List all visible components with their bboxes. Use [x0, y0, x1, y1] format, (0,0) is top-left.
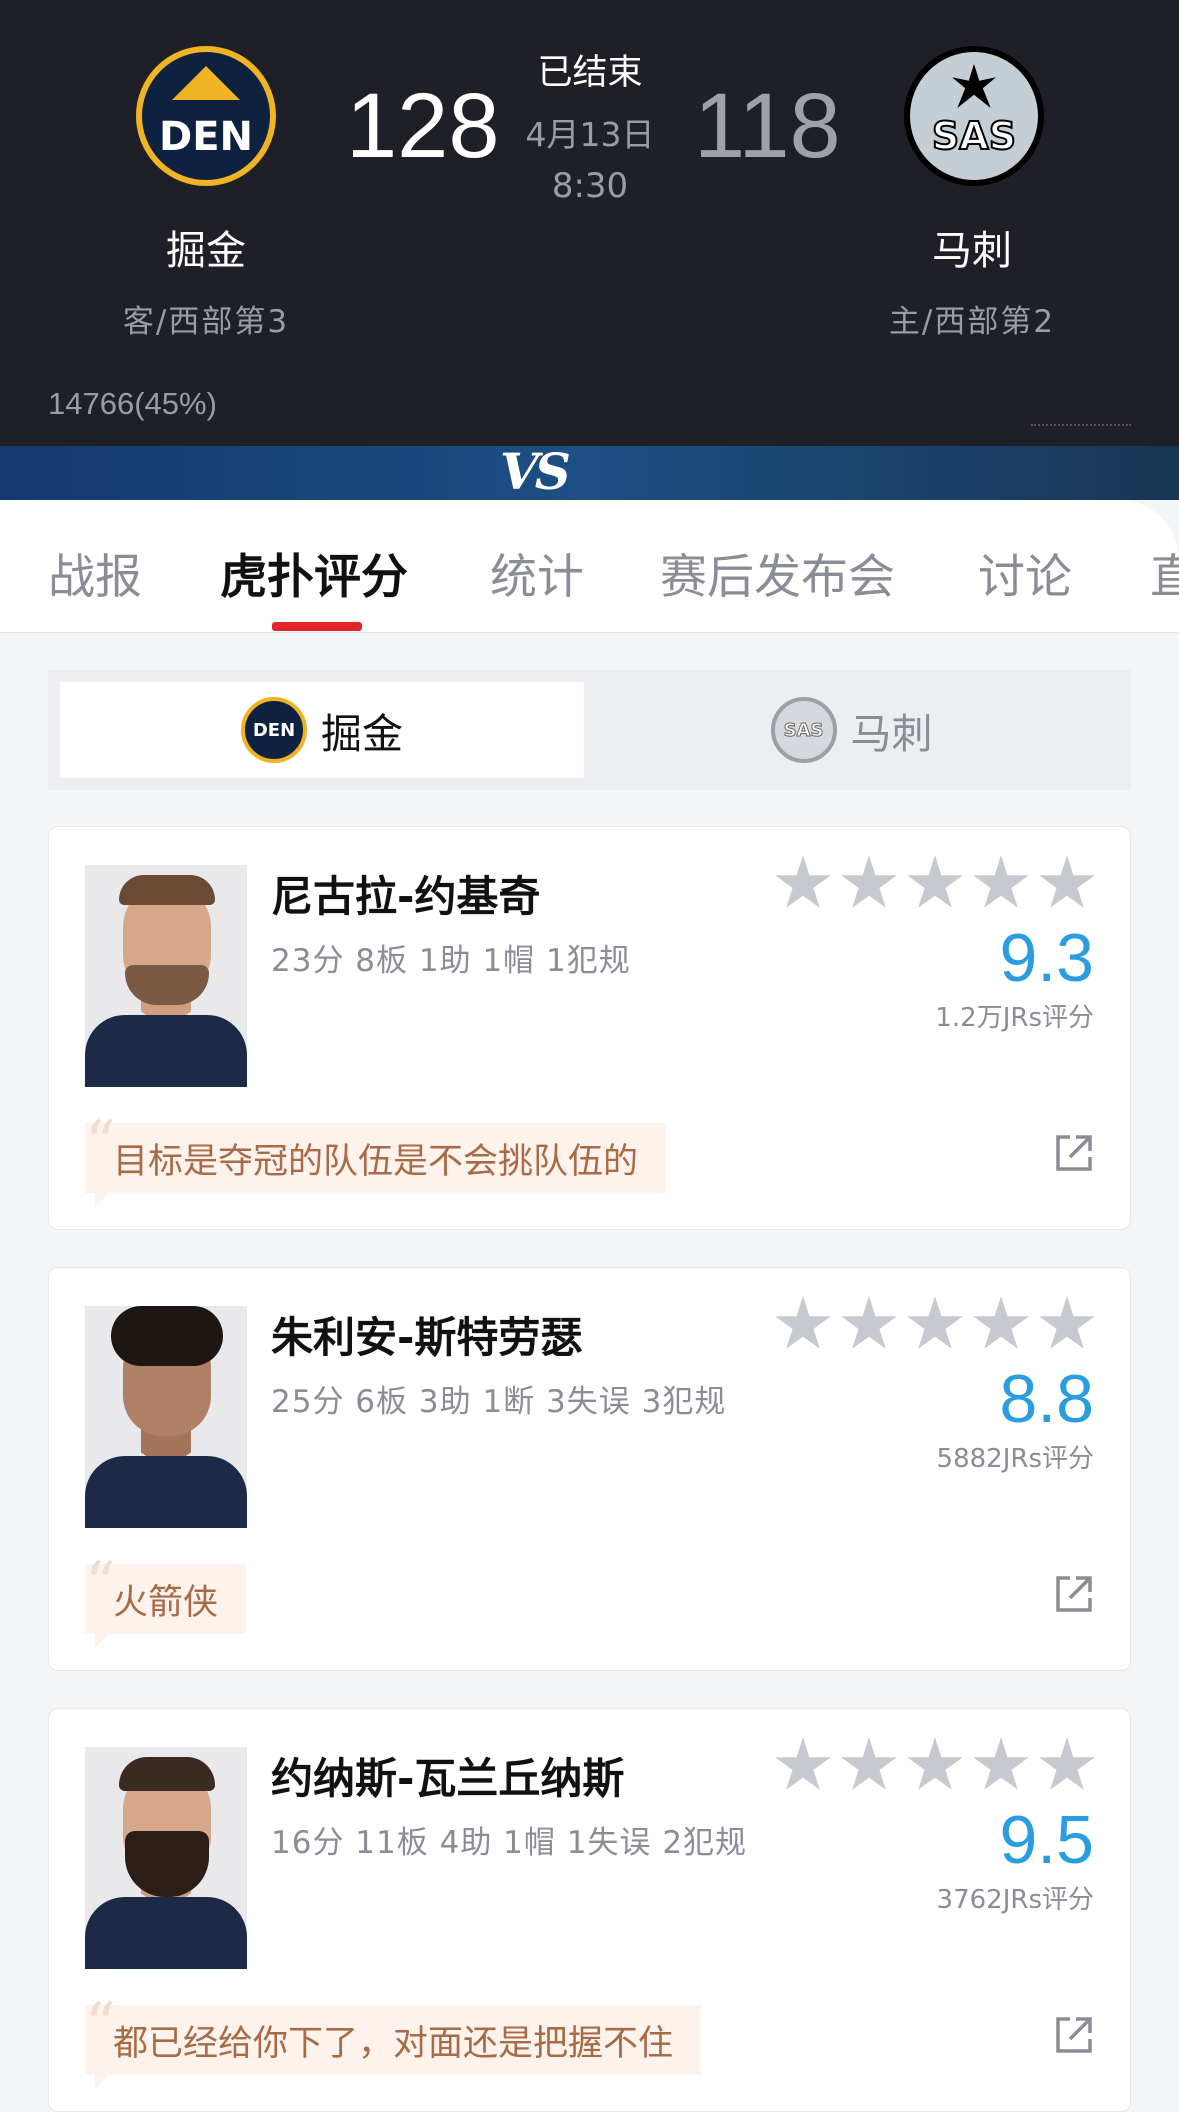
top-comment[interactable]: “ 都已经给你下了，对面还是把握不住	[85, 1995, 702, 2089]
star-rating[interactable]	[766, 1296, 1096, 1354]
home-team-standing: 客/西部第3	[122, 304, 290, 340]
game-status: 已结束	[537, 53, 643, 93]
rating-count: 1.2万JRs评分	[935, 1003, 1094, 1033]
player-rating: 8.8	[999, 1361, 1094, 1437]
star-icon	[841, 1737, 897, 1790]
star-icon	[775, 1737, 831, 1790]
quote-icon: “	[85, 1108, 116, 1178]
star-icon	[775, 855, 831, 908]
star-icon	[907, 1296, 963, 1349]
star-icon	[973, 1737, 1029, 1790]
star-icon	[973, 855, 1029, 908]
tab-discussion[interactable]: 讨论	[978, 538, 1072, 607]
support-count-right	[1031, 408, 1131, 426]
home-team-name: 掘金	[166, 228, 246, 274]
team-switch-home[interactable]: DEN 掘金	[60, 682, 584, 778]
vs-text: VS	[500, 442, 571, 501]
game-date: 4月13日	[525, 115, 655, 154]
nuggets-logo[interactable]: DEN	[136, 46, 276, 186]
player-stats: 16分 11板 4助 1帽 1失误 2犯规	[271, 1825, 748, 1861]
top-comment-text: 目标是夺冠的队伍是不会挑队伍的	[113, 1141, 639, 1182]
player-name: 约纳斯-瓦兰丘纳斯	[271, 1754, 625, 1803]
quote-icon: “	[85, 1549, 116, 1619]
mountain-icon	[172, 66, 240, 100]
tab-report[interactable]: 战报	[48, 538, 142, 607]
star-rating[interactable]	[766, 855, 1096, 913]
tab-press-conference[interactable]: 赛后发布会	[660, 538, 895, 607]
player-avatar	[85, 1306, 247, 1528]
star-icon	[973, 1296, 1029, 1349]
player-stats: 25分 6板 3助 1断 3失误 3犯规	[271, 1384, 727, 1420]
tab-stats[interactable]: 统计	[490, 538, 584, 607]
game-time: 8:30	[551, 166, 629, 206]
spur-icon	[952, 64, 996, 108]
home-team-abbr: DEN	[158, 114, 253, 160]
home-score: 128	[346, 75, 500, 177]
top-comment[interactable]: “ 目标是夺冠的队伍是不会挑队伍的	[85, 1113, 667, 1207]
away-team-standing: 主/西部第2	[888, 304, 1056, 340]
top-comment-text: 都已经给你下了，对面还是把握不住	[113, 2023, 674, 2064]
team-switch: DEN 掘金 SAS 马刺	[48, 670, 1131, 790]
share-icon[interactable]	[1054, 2015, 1094, 2055]
player-card[interactable]: 朱利安-斯特劳瑟 25分 6板 3助 1断 3失误 3犯规 8.8 5882JR…	[48, 1267, 1131, 1671]
team-switch-home-label: 掘金	[321, 710, 403, 758]
player-rating: 9.5	[999, 1802, 1094, 1878]
player-rating: 9.3	[999, 920, 1094, 996]
top-comment-text: 火箭侠	[113, 1582, 219, 1623]
nuggets-mini-logo: DEN	[241, 697, 307, 763]
team-switch-away-label: 马刺	[850, 710, 933, 758]
tab-live[interactable]: 直	[1150, 538, 1179, 607]
star-icon	[841, 1296, 897, 1349]
tab-bar: 战报 虎扑评分 统计 赛后发布会 讨论 直	[0, 500, 1179, 633]
share-icon[interactable]	[1054, 1574, 1094, 1614]
top-comment[interactable]: “ 火箭侠	[85, 1554, 247, 1648]
support-count-left: 14766(45%)	[48, 386, 217, 421]
rating-count: 5882JRs评分	[936, 1444, 1094, 1474]
player-stats: 23分 8板 1助 1帽 1犯规	[271, 943, 631, 979]
star-icon	[1039, 1737, 1095, 1790]
star-icon	[907, 855, 963, 908]
tab-hupu-rating[interactable]: 虎扑评分	[220, 538, 408, 607]
star-icon	[1039, 1296, 1095, 1349]
star-icon	[841, 855, 897, 908]
player-card[interactable]: 约纳斯-瓦兰丘纳斯 16分 11板 4助 1帽 1失误 2犯规 9.5 3762…	[48, 1708, 1131, 2112]
star-icon	[907, 1737, 963, 1790]
star-rating[interactable]	[766, 1737, 1096, 1795]
away-team-name: 马刺	[932, 228, 1012, 274]
away-score: 118	[694, 75, 841, 177]
share-icon[interactable]	[1054, 1133, 1094, 1173]
player-name: 朱利安-斯特劳瑟	[271, 1313, 583, 1362]
rating-count: 3762JRs评分	[936, 1885, 1094, 1915]
player-avatar	[85, 1747, 247, 1969]
game-header: DEN 掘金 客/西部第3 128 已结束 4月13日 8:30 118 SAS…	[0, 0, 1179, 446]
player-avatar	[85, 865, 247, 1087]
away-team-abbr: SAS	[931, 113, 1017, 159]
player-name: 尼古拉-约基奇	[271, 872, 541, 921]
star-icon	[1039, 855, 1095, 908]
spurs-logo[interactable]: SAS	[904, 46, 1044, 186]
active-tab-indicator	[272, 622, 362, 631]
spurs-mini-logo: SAS	[770, 697, 837, 763]
star-icon	[775, 1296, 831, 1349]
quote-icon: “	[85, 1990, 116, 2060]
vs-banner: VS	[0, 442, 1179, 501]
team-switch-away[interactable]: SAS 马刺	[584, 682, 1119, 778]
player-card[interactable]: 尼古拉-约基奇 23分 8板 1助 1帽 1犯规 9.3 1.2万JRs评分 “…	[48, 826, 1131, 1230]
